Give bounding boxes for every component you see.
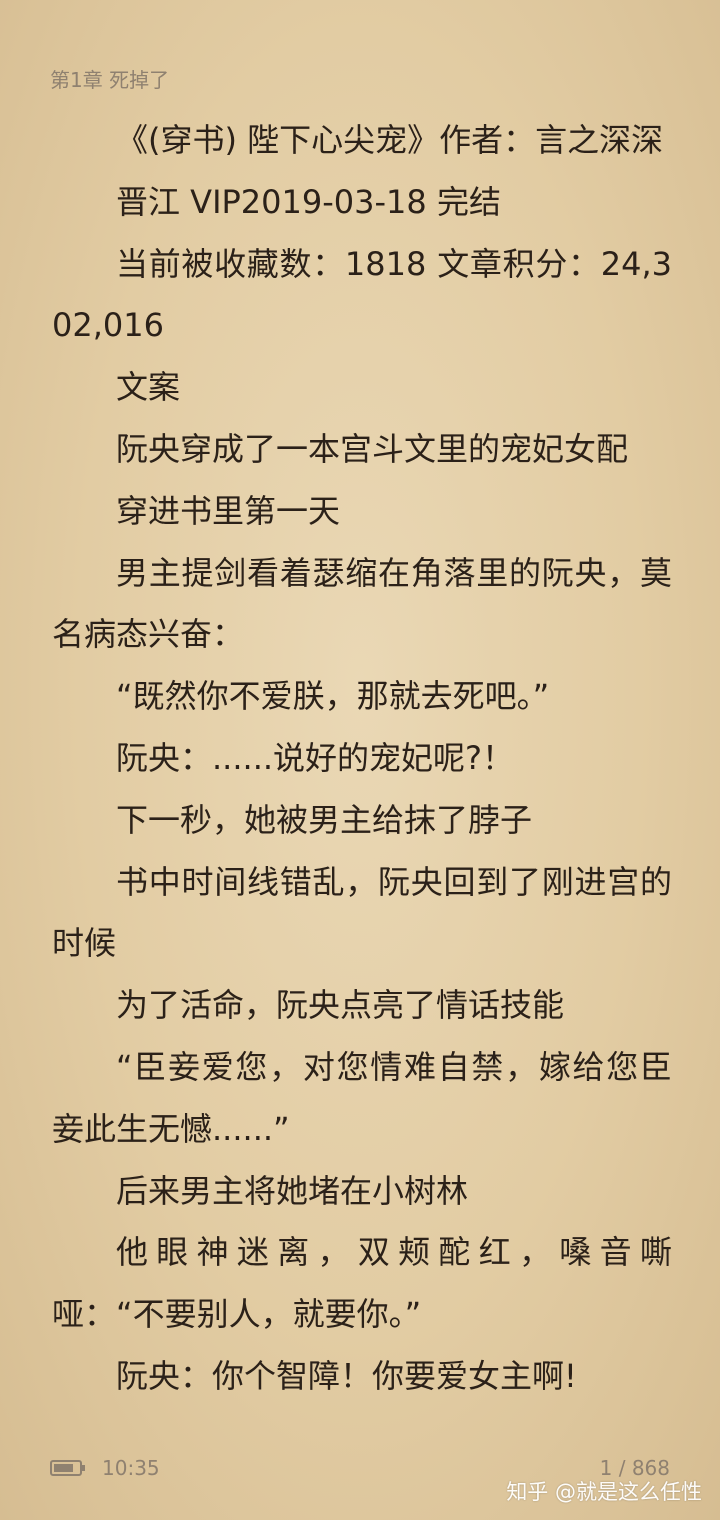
paragraph-14: 后来男主将她堵在小树林 [116, 1171, 469, 1210]
paragraph-4: 文案 [116, 368, 181, 407]
paragraph-5: 阮央穿成了一本宫斗文里的宠妃女配 [116, 429, 629, 468]
paragraph-9: 阮央：......说好的宠妃呢?！ [116, 738, 515, 777]
paragraph-6: 穿进书里第一天 [116, 491, 341, 530]
paragraph-2: 晋江 VIP2019-03-18 完结 [116, 182, 501, 221]
reader-content[interactable]: 《(穿书) 陛下心尖宠》作者：言之深深 晋江 VIP2019-03-18 完结 … [52, 110, 672, 1408]
paragraph-12: 为了活命，阮央点亮了情话技能 [116, 986, 565, 1025]
clock-time: 10:35 [102, 1456, 160, 1480]
chapter-title: 第1章 死掉了 [50, 68, 170, 92]
zhihu-watermark: 知乎 @就是这么任性 [506, 1480, 702, 1504]
paragraph-3: 当前被收藏数：1818 文章积分：24,302,016 [52, 244, 672, 345]
paragraph-10: 下一秒，她被男主给抹了脖子 [116, 800, 533, 839]
paragraph-13: “臣妾爱您，对您情难自禁，嫁给您臣妾此生无憾......” [52, 1047, 672, 1148]
paragraph-8: “既然你不爱朕，那就去死吧。” [116, 677, 550, 716]
paragraph-7: 男主提剑看着瑟缩在角落里的阮央，莫名病态兴奋： [52, 553, 672, 654]
paragraph-16: 阮央：你个智障！你要爱女主啊! [116, 1356, 577, 1395]
paragraph-15: 他眼神迷离，双颊酡红，嗓音嘶哑：“不要别人，就要你。” [52, 1233, 672, 1334]
battery-icon [50, 1460, 85, 1476]
paragraph-11: 书中时间线错乱，阮央回到了刚进宫的时候 [52, 862, 672, 963]
battery-fill [54, 1464, 74, 1472]
paragraph-1: 《(穿书) 陛下心尖宠》作者：言之深深 [116, 121, 664, 159]
